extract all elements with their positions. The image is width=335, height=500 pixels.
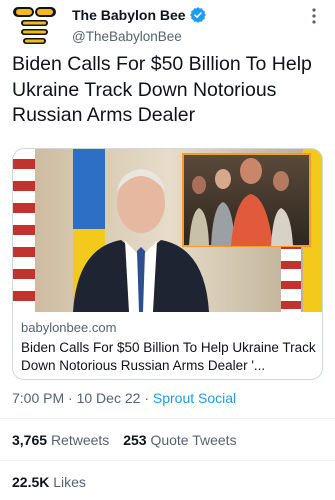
card-title: Biden Calls For $50 Billion To Help Ukra…	[21, 340, 316, 373]
tweet-text: Biden Calls For $50 Billion To Help Ukra…	[12, 53, 312, 126]
babylon-bee-logo-icon[interactable]	[12, 5, 57, 47]
verified-badge-icon	[189, 7, 206, 23]
retweets-count: 3,765	[12, 432, 48, 448]
likes-label: Likes	[53, 474, 86, 490]
divider	[0, 418, 335, 419]
tweet-source-link[interactable]: Sprout Social	[153, 390, 236, 406]
meta-separator: ·	[144, 390, 149, 406]
card-domain: babylonbee.com	[21, 320, 117, 335]
more-dots-icon[interactable]	[305, 7, 323, 25]
author-display-name[interactable]: The Babylon Bee	[72, 7, 186, 23]
likes-stat[interactable]: 22.5K Likes	[12, 474, 86, 490]
retweets-label: Retweets	[50, 432, 110, 448]
author-info: The Babylon Bee @TheBabylonBee	[72, 7, 206, 44]
quote-tweets-label: Quote Tweets	[150, 432, 237, 448]
quote-tweets-stat[interactable]: 253 Quote Tweets	[123, 432, 236, 448]
tweet-header: The Babylon Bee @TheBabylonBee	[12, 5, 323, 47]
tweet-time[interactable]: 7:00 PM	[12, 390, 64, 406]
card-body: babylonbee.com Biden Calls For $50 Billi…	[13, 312, 322, 379]
card-image	[13, 149, 322, 312]
retweets-stat[interactable]: 3,765 Retweets	[12, 432, 109, 448]
likes-count: 22.5K	[12, 474, 50, 490]
link-preview-card[interactable]: babylonbee.com Biden Calls For $50 Billi…	[12, 148, 323, 380]
quote-tweets-count: 253	[123, 432, 147, 448]
author-handle[interactable]: @TheBabylonBee	[72, 29, 206, 44]
tweet-meta: 7:00 PM · 10 Dec 22 · Sprout Social	[12, 390, 236, 406]
meta-separator: ·	[68, 390, 73, 406]
likes-stats: 22.5K Likes	[12, 474, 96, 490]
divider	[0, 460, 335, 461]
engagement-stats: 3,765 Retweets 253 Quote Tweets	[12, 432, 247, 448]
tweet-date[interactable]: 10 Dec 22	[77, 390, 141, 406]
